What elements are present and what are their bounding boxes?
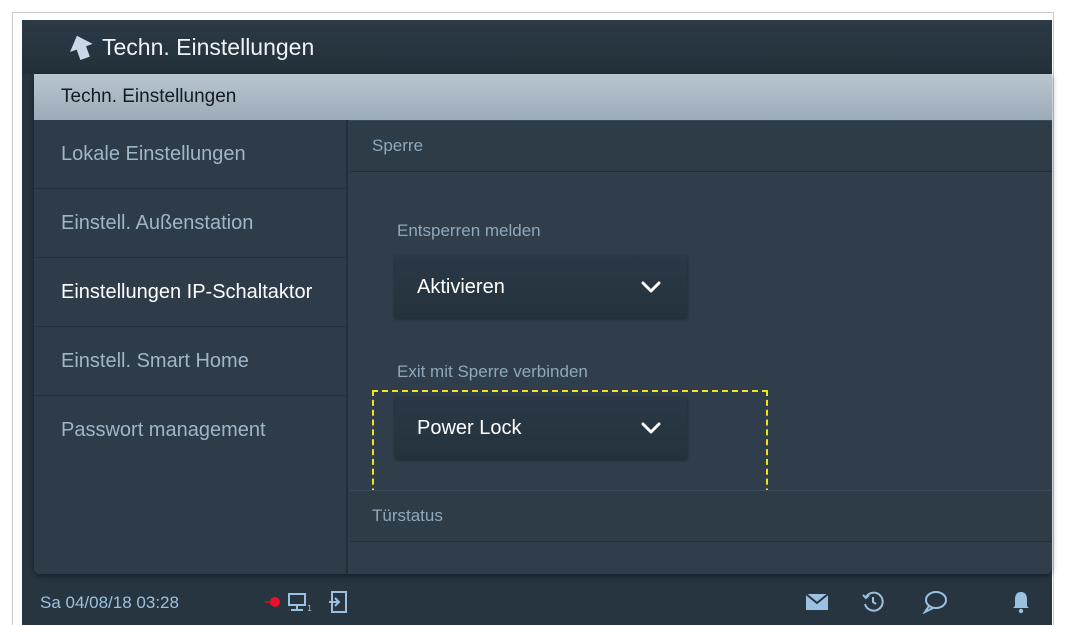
- back-arrow-icon: [70, 35, 93, 60]
- chat-icon[interactable]: [921, 588, 949, 616]
- bell-icon[interactable]: [1007, 588, 1035, 616]
- door-exit-icon[interactable]: [324, 588, 352, 616]
- window-title: Techn. Einstellungen: [102, 33, 315, 60]
- history-icon[interactable]: [859, 588, 887, 616]
- status-bar: Sa 04/08/18 03:28 1: [22, 580, 1052, 625]
- device-screen: Techn. Einstellungen Techn. Einstellunge…: [22, 20, 1052, 625]
- section-header-door-status: Türstatus: [350, 490, 1052, 542]
- section-header-lock: Sperre: [350, 120, 1052, 172]
- sidebar-item-outdoor-station[interactable]: Einstell. Außenstation: [34, 189, 346, 258]
- sidebar-item-ip-actuator[interactable]: Einstellungen IP-Schaltaktor: [34, 258, 346, 327]
- date-time: Sa 04/08/18 03:28: [40, 592, 179, 612]
- chevron-down-icon: [641, 422, 661, 434]
- sidebar-item-local-settings[interactable]: Lokale Einstellungen: [34, 120, 346, 189]
- chevron-down-icon: [641, 281, 661, 293]
- network-monitor-icon: 1: [286, 588, 314, 616]
- unlock-report-label: Entsperren melden: [397, 221, 541, 240]
- sidebar-item-smart-home[interactable]: Einstell. Smart Home: [34, 327, 346, 396]
- back-button[interactable]: [58, 20, 104, 74]
- svg-text:1: 1: [307, 604, 312, 613]
- exit-lock-value: Power Lock: [417, 416, 522, 439]
- mail-icon[interactable]: [803, 588, 831, 616]
- title-bar: Techn. Einstellungen: [22, 20, 1052, 74]
- sidebar-item-password[interactable]: Passwort management: [34, 396, 346, 465]
- record-dot-icon: [260, 588, 288, 616]
- unlock-report-dropdown[interactable]: Aktivieren: [395, 256, 687, 318]
- settings-panel: Techn. Einstellungen Lokale Einstellunge…: [34, 74, 1052, 574]
- exit-lock-label: Exit mit Sperre verbinden: [397, 362, 588, 381]
- exit-lock-dropdown[interactable]: Power Lock: [395, 397, 687, 459]
- unlock-report-value: Aktivieren: [417, 275, 505, 298]
- content-area: Sperre Entsperren melden Aktivieren Exit…: [350, 120, 1052, 574]
- panel-header: Techn. Einstellungen: [34, 74, 1052, 120]
- sidebar: Lokale Einstellungen Einstell. Außenstat…: [34, 120, 348, 574]
